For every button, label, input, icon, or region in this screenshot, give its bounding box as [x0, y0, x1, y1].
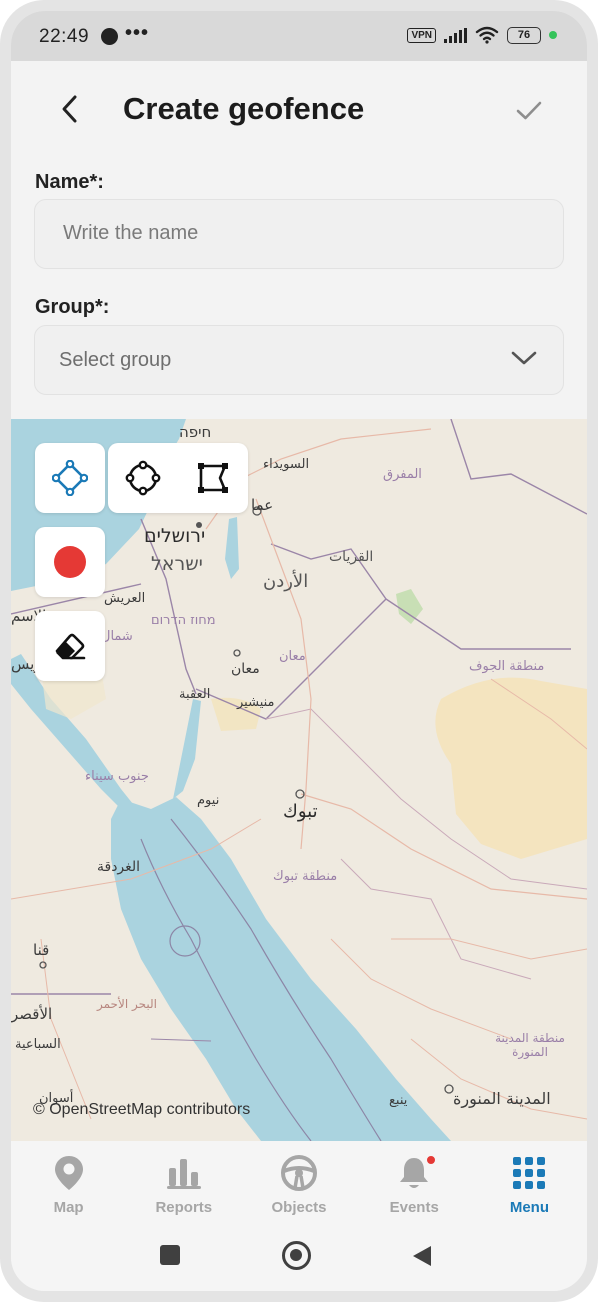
map-label-yanbu: ينبع — [389, 1093, 408, 1108]
confirm-button[interactable] — [511, 93, 547, 129]
map-view[interactable]: חיפה السويداء المفرق عما ירושלים القريات… — [11, 419, 587, 1141]
wifi-icon — [475, 26, 499, 44]
more-notifications-icon: ••• — [125, 22, 150, 44]
record-icon — [54, 546, 86, 578]
map-label-jerusalem: ירושלים — [144, 525, 206, 547]
check-icon — [516, 101, 542, 120]
map-label-hurghada: الغردقة — [97, 859, 141, 875]
bottom-nav: Map Reports Objects Events Menu — [11, 1141, 587, 1227]
map-pin-icon — [54, 1156, 83, 1190]
nav-label-menu: Menu — [509, 1199, 549, 1216]
nav-item-reports[interactable]: Reports — [126, 1141, 241, 1227]
recents-button[interactable] — [160, 1245, 180, 1265]
group-label: Group*: — [35, 296, 110, 318]
nav-item-menu[interactable]: Menu — [472, 1141, 587, 1227]
nav-label-map: Map — [53, 1199, 84, 1216]
name-input[interactable] — [63, 200, 533, 267]
map-label-madinah: المدينة المنورة — [453, 1089, 551, 1108]
status-bar: 22:49 ••• VPN 76 — [11, 11, 587, 61]
chevron-left-icon — [62, 95, 77, 123]
map-label-luxor: الأقصر — [11, 1005, 53, 1023]
map-label-qurayyat: القريات — [329, 549, 374, 565]
rectangle-tool-button[interactable] — [178, 443, 248, 513]
nav-item-map[interactable]: Map — [11, 1141, 126, 1227]
map-attribution[interactable]: © OpenStreetMap contributors — [33, 1101, 250, 1119]
steering-wheel-icon — [281, 1155, 317, 1191]
map-label-munayshir: منيشير — [237, 695, 275, 710]
map-label-israel: ישראל — [151, 553, 203, 575]
phone-frame: 22:49 ••• VPN 76 Create geofence Name*: … — [0, 0, 598, 1302]
map-label-arish: العريش — [104, 591, 146, 606]
home-button[interactable] — [282, 1241, 311, 1270]
polygon-tool-button[interactable] — [35, 443, 105, 513]
nav-label-reports: Reports — [155, 1199, 213, 1216]
map-label-jawf-region: منطقة الجوف — [469, 659, 545, 674]
map-label-qena: قنا — [33, 941, 50, 959]
name-field[interactable] — [34, 199, 564, 269]
bar-chart-icon — [166, 1159, 201, 1189]
nav-label-objects: Objects — [271, 1199, 327, 1216]
map-label-haifa: חיפה — [179, 423, 212, 441]
nav-item-events[interactable]: Events — [357, 1141, 472, 1227]
nav-item-objects[interactable]: Objects — [241, 1141, 356, 1227]
group-select[interactable]: Select group — [34, 325, 564, 395]
vpn-icon: VPN — [407, 27, 436, 43]
screen: 22:49 ••• VPN 76 Create geofence Name*: … — [11, 11, 587, 1291]
map-label-madinah-region: منطقة المدينة المنورة — [495, 1031, 565, 1059]
app-notification-icon — [101, 28, 118, 45]
chevron-down-icon — [511, 351, 537, 365]
page-title: Create geofence — [123, 91, 365, 126]
charging-dot-icon — [549, 31, 557, 39]
map-label-south-district: מחוז הדרום — [151, 613, 216, 628]
map-label-red-sea: البحر الأحمر — [97, 997, 157, 1011]
back-triangle-icon[interactable] — [411, 1244, 433, 1268]
map-label-north: شمال — [101, 629, 133, 644]
map-label-mafraq: المفرق — [383, 467, 422, 482]
notification-badge — [426, 1155, 437, 1165]
map-label-suwayda: السويداء — [263, 457, 310, 472]
battery-icon: 76 — [507, 26, 541, 44]
eraser-button[interactable] — [35, 611, 105, 681]
map-label-maan: معان — [231, 661, 260, 677]
polygon-draw-icon — [52, 460, 88, 496]
map-label-amman: عما — [251, 496, 274, 514]
record-button[interactable] — [35, 527, 105, 597]
shape-tool-group — [108, 443, 248, 513]
map-label-south-sinai: جنوب سيناء — [85, 769, 149, 784]
rectangle-draw-icon — [198, 463, 228, 493]
map-label-neom: نيوم — [197, 793, 220, 808]
map-label-tabuk-region: منطقة تبوك — [273, 869, 338, 884]
circle-tool-button[interactable] — [108, 443, 178, 513]
signal-icon — [444, 27, 467, 43]
app-header: Create geofence — [11, 61, 587, 161]
grid-icon — [513, 1157, 546, 1189]
group-select-value: Select group — [59, 349, 172, 371]
status-icons: VPN 76 — [407, 26, 557, 44]
name-label: Name*: — [35, 171, 104, 193]
back-button[interactable] — [55, 89, 83, 129]
circle-draw-icon — [125, 460, 161, 496]
map-label-aqaba: العقبة — [179, 687, 211, 702]
eraser-icon — [55, 633, 86, 660]
map-label-sabaiya: السباعية — [15, 1037, 61, 1052]
status-time: 22:49 — [39, 26, 90, 47]
system-nav-bar — [11, 1227, 587, 1291]
map-label-jordan: الأردن — [263, 571, 309, 592]
nav-label-events: Events — [389, 1199, 439, 1216]
map-label-maan-region: معان — [279, 649, 306, 664]
map-label-tabuk: تبوك — [283, 801, 318, 822]
